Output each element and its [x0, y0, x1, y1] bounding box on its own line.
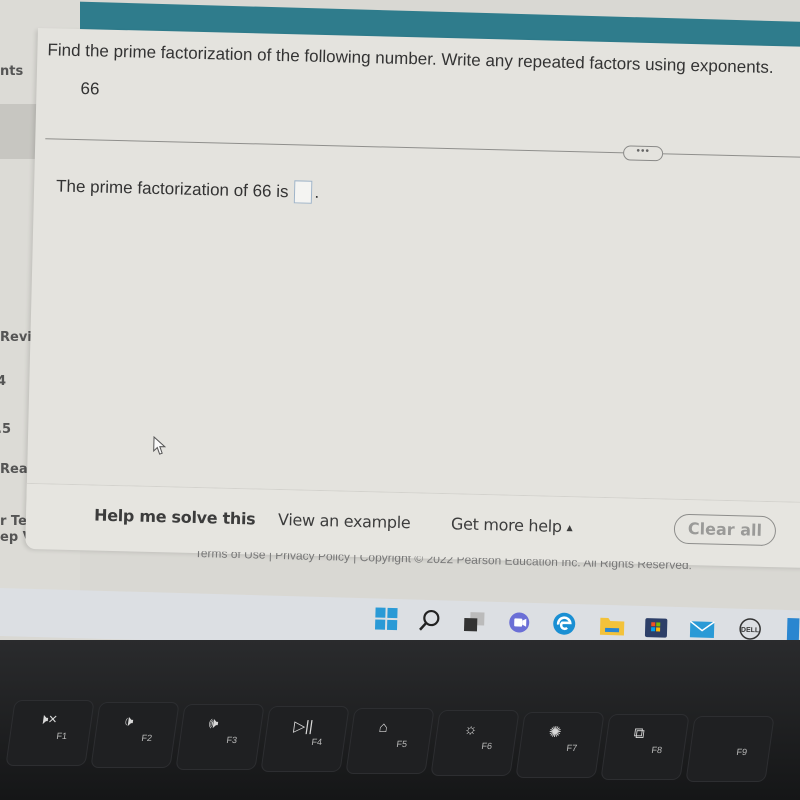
sidebar-item-5[interactable]: .5 — [0, 422, 11, 437]
volume-down-icon: 🕩 — [122, 713, 135, 730]
key-label: F3 — [225, 735, 238, 745]
key-label: F4 — [310, 737, 323, 747]
dell-icon[interactable]: DELL — [737, 617, 764, 640]
key-f9[interactable]: F9 — [685, 716, 775, 782]
key-label: F6 — [480, 741, 493, 751]
answer-suffix: . — [314, 182, 320, 202]
key-f5[interactable]: ⌂ F5 — [345, 708, 435, 774]
answer-prefix: The prime factorization of 66 is — [55, 175, 289, 201]
question-number: 66 — [80, 79, 100, 99]
windows-start-icon[interactable] — [374, 606, 401, 631]
view-example-button[interactable]: View an example — [278, 510, 411, 532]
get-more-help-button[interactable]: Get more help ▲ — [451, 514, 573, 536]
more-options-button[interactable]: ••• — [622, 145, 664, 162]
play-pause-icon: ▷|| — [292, 718, 315, 735]
clear-all-button[interactable]: Clear all — [673, 513, 777, 547]
key-f3[interactable]: 🕪 F3 — [175, 704, 265, 770]
keyboard-backlight-icon: ⌂ — [377, 719, 390, 736]
key-f4[interactable]: ▷|| F4 — [260, 706, 350, 772]
key-f8[interactable]: ⧉ F8 — [600, 714, 690, 780]
search-icon[interactable] — [417, 608, 444, 633]
key-f7[interactable]: ✺ F7 — [515, 712, 605, 778]
key-label: F8 — [650, 745, 663, 755]
get-more-help-label: Get more help — [450, 514, 563, 536]
sidebar-item-points[interactable]: nts — [0, 64, 23, 79]
volume-up-icon: 🕪 — [207, 715, 220, 732]
answer-row: The prime factorization of 66 is . — [55, 174, 320, 204]
mouse-cursor-icon — [152, 435, 169, 461]
question-panel: Find the prime factorization of the foll… — [25, 28, 800, 568]
key-label: F7 — [565, 743, 578, 753]
divider — [45, 138, 800, 159]
mute-icon: 🕨× — [37, 711, 59, 728]
key-f1[interactable]: 🕨× F1 — [5, 700, 95, 766]
key-label: F2 — [140, 733, 153, 743]
answer-input[interactable] — [294, 180, 313, 204]
brightness-down-icon: ☼ — [462, 721, 479, 738]
file-explorer-icon[interactable] — [599, 613, 626, 638]
key-label: F9 — [735, 747, 748, 757]
help-me-solve-button[interactable]: Help me solve this — [94, 506, 256, 529]
key-f2[interactable]: 🕩 F2 — [90, 702, 180, 768]
brightness-up-icon: ✺ — [547, 724, 563, 741]
help-bar: Help me solve this View an example Get m… — [25, 482, 800, 568]
microsoft-store-icon[interactable] — [644, 614, 671, 639]
key-label: F1 — [55, 731, 68, 741]
laptop-keyboard: 🕨× F1 🕩 F2 🕪 F3 ▷|| F4 ⌂ F5 ☼ F6 ✺ F7 ⧉ … — [0, 640, 800, 800]
question-instruction: Find the prime factorization of the foll… — [47, 40, 774, 77]
svg-text:DELL: DELL — [741, 627, 760, 635]
teams-chat-icon[interactable] — [507, 610, 534, 635]
screen: nts Review 4 .5 Ready for t r Test with … — [0, 0, 800, 640]
mail-icon[interactable] — [689, 615, 716, 640]
display-switch-icon: ⧉ — [632, 725, 646, 742]
caret-up-icon: ▲ — [566, 523, 573, 533]
windows-taskbar: DELL — [0, 588, 800, 640]
sidebar-item-4[interactable]: 4 — [0, 374, 6, 389]
key-f6[interactable]: ☼ F6 — [430, 710, 520, 776]
key-label: F5 — [395, 739, 408, 749]
task-view-icon[interactable] — [462, 609, 489, 634]
edge-browser-icon[interactable] — [552, 611, 579, 639]
app-icon-partial[interactable] — [786, 617, 800, 640]
